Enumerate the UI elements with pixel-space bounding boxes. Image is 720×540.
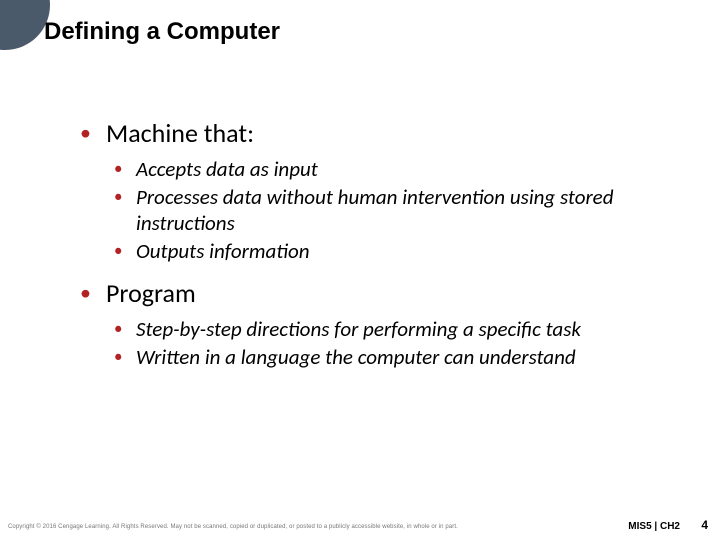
bullet-icon: • [114,156,136,182]
corner-decoration [0,0,50,50]
list-item: • Machine that: • Accepts data as input … [80,118,680,264]
bullet-icon: • [114,184,136,236]
bullet-text: Accepts data as input [136,156,318,182]
list-item: • Outputs information [114,238,680,264]
bullet-icon: • [114,238,136,264]
bullet-text: Processes data without human interventio… [136,184,680,236]
page-number: 4 [701,518,708,532]
bullet-text: Step-by-step directions for performing a… [136,316,581,342]
copyright-text: Copyright © 2016 Cengage Learning. All R… [8,524,458,530]
footer-code: MIS5 | CH2 [628,521,680,532]
bullet-icon: • [80,278,106,308]
list-item: • Accepts data as input [114,156,680,182]
slide-title: Defining a Computer [44,18,280,46]
bullet-text: Machine that: [106,118,254,148]
slide-content: • Machine that: • Accepts data as input … [80,118,680,384]
bullet-icon: • [80,118,106,148]
bullet-icon: • [114,344,136,370]
bullet-icon: • [114,316,136,342]
bullet-text: Written in a language the computer can u… [136,344,576,370]
list-item: • Processes data without human intervent… [114,184,680,236]
list-item: • Program • Step-by-step directions for … [80,278,680,370]
bullet-text: Program [106,278,196,308]
bullet-text: Outputs information [136,238,310,264]
list-item: • Written in a language the computer can… [114,344,680,370]
list-item: • Step-by-step directions for performing… [114,316,680,342]
